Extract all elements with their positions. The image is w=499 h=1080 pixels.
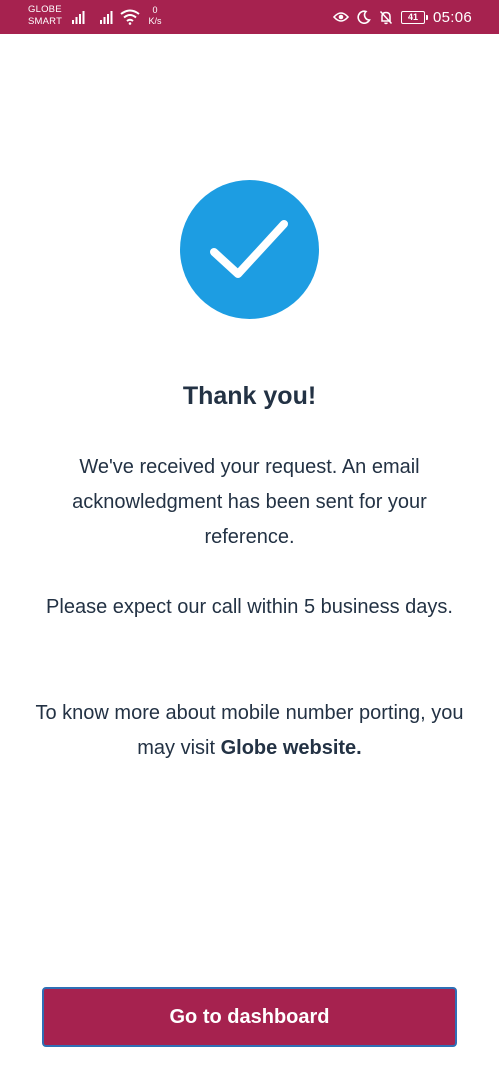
thank-you-screen: GLOBE SMART 0 K/s 41 05:06 Thank you! We… [0, 0, 499, 1080]
speed-unit: K/s [148, 16, 162, 26]
speed-value: 0 [152, 5, 158, 15]
battery-level: 41 [407, 11, 418, 22]
battery-icon: 41 [400, 10, 428, 24]
bell-muted-icon [379, 10, 393, 24]
callback-message: Please expect our call within 5 business… [46, 596, 453, 618]
status-bar: GLOBE SMART 0 K/s 41 05:06 [0, 0, 499, 34]
carrier-line-1: GLOBE [28, 4, 62, 15]
eye-icon [332, 12, 349, 22]
carrier-names: GLOBE SMART [28, 4, 62, 28]
success-badge [180, 180, 319, 319]
confirmation-message: We've received your request. An email ac… [72, 456, 427, 548]
carrier-line-2: SMART [28, 16, 63, 27]
page-title: Thank you! [182, 382, 317, 410]
signal-icon [72, 11, 85, 24]
go-to-dashboard-button[interactable]: Go to dashboard [42, 987, 457, 1047]
globe-website-link[interactable]: Globe website. [221, 737, 362, 759]
porting-info-message: To know more about mobile number porting… [30, 696, 469, 766]
status-time: 05:06 [432, 8, 472, 26]
signal-icon [100, 11, 113, 24]
check-icon [210, 220, 288, 278]
moon-icon [357, 10, 371, 24]
status-icons: 41 05:06 [332, 8, 472, 26]
network-speed: 0 K/s [146, 5, 164, 27]
wifi-icon [120, 9, 140, 25]
